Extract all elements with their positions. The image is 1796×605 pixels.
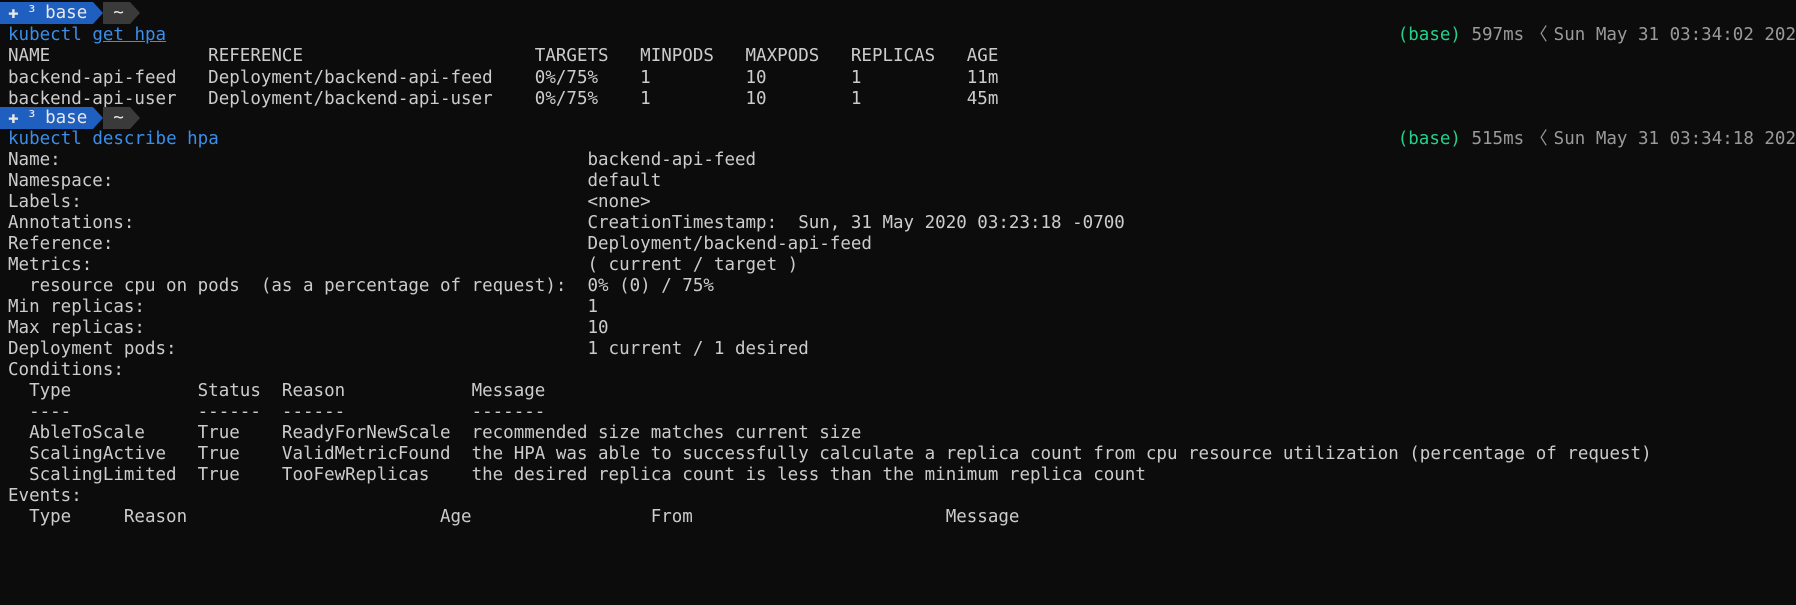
prompt-bar: ✚ ³ base ~ xyxy=(0,2,140,24)
hpa-table-header: NAME REFERENCE TARGETS MINPODS MAXPODS R… xyxy=(8,46,999,66)
prompt-env: base xyxy=(45,108,88,128)
python-icon: ✚ xyxy=(8,3,19,23)
chevron-left-icon: 〈 xyxy=(1530,129,1548,149)
status-datetime: Sun May 31 03:34:18 202 xyxy=(1553,129,1796,149)
prompt-cwd: ~ xyxy=(103,2,130,24)
command-status: (base) 515ms 〈 Sun May 31 03:34:18 202 xyxy=(1398,127,1796,151)
describe-line: Deployment pods: 1 current / 1 desired xyxy=(8,339,809,359)
status-datetime: Sun May 31 03:34:02 202 xyxy=(1553,25,1796,45)
command-name: kubectl xyxy=(8,25,82,45)
prompt-env-segment: ✚ ³ base xyxy=(0,107,94,129)
python-icon: ✚ xyxy=(8,108,19,128)
prompt-cwd: ~ xyxy=(103,107,130,129)
describe-line: ScalingLimited True TooFewReplicas the d… xyxy=(8,465,1146,485)
prompt-marker: ³ xyxy=(26,3,38,23)
command-status: (base) 597ms 〈 Sun May 31 03:34:02 202 xyxy=(1398,23,1796,47)
status-env: (base) xyxy=(1397,25,1461,45)
status-duration: 515ms xyxy=(1471,129,1525,149)
table-row: backend-api-user Deployment/backend-api-… xyxy=(8,89,999,109)
powerline-separator-icon xyxy=(93,2,104,24)
chevron-left-icon: 〈 xyxy=(1530,25,1548,45)
powerline-separator-icon xyxy=(93,107,104,129)
terminal-window[interactable]: ✚ ³ base ~ kubectl get hpa (base) 597ms 〈… xyxy=(0,0,1796,605)
describe-line: Type Reason Age From Message xyxy=(8,507,1020,527)
prompt-marker: ³ xyxy=(26,108,38,128)
command-args: get hpa xyxy=(92,25,167,45)
prompt-bar: ✚ ³ base ~ xyxy=(0,107,140,129)
status-env: (base) xyxy=(1397,129,1461,149)
command-args: describe hpa xyxy=(92,129,219,149)
prompt-env-segment: ✚ ³ base xyxy=(0,2,94,24)
command-name: kubectl xyxy=(8,129,82,149)
powerline-separator-icon xyxy=(129,2,140,24)
powerline-separator-icon xyxy=(129,107,140,129)
prompt-env: base xyxy=(45,3,88,23)
status-duration: 597ms xyxy=(1471,25,1525,45)
